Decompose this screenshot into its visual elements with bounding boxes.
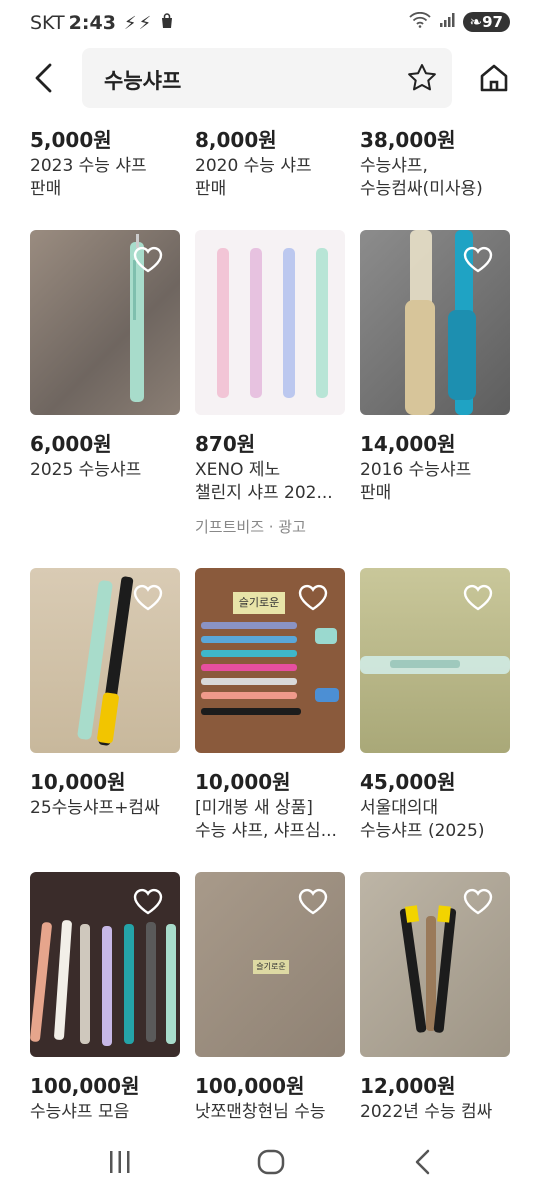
heart-icon[interactable] (132, 244, 164, 278)
title-line-2: 수능컴싸(미사용) (360, 179, 483, 199)
item-title[interactable]: [미개봉 새 상품] 수능 샤프, 샤프심... (195, 797, 350, 843)
chevron-left-icon (35, 63, 52, 93)
pencil-graphic (217, 248, 328, 398)
ad-label: 기프트비즈 · 광고 (195, 518, 306, 536)
heart-icon[interactable] (132, 582, 164, 616)
heart-icon[interactable] (462, 244, 494, 278)
title-line-2: 수능 샤프, 샤프심... (195, 821, 337, 841)
title-line-1: 2020 수능 샤프 (195, 156, 312, 176)
item-title[interactable]: 2025 수능샤프 (30, 459, 185, 482)
title-line-1: 2023 수능 샤프 (30, 156, 147, 176)
title-line-1: 2016 수능샤프 (360, 460, 472, 480)
heart-icon[interactable] (297, 886, 329, 920)
title-line-1: 서울대의대 (360, 798, 439, 818)
wifi-icon (408, 11, 431, 32)
product-image[interactable]: 슬기로운 (195, 872, 345, 1057)
title-line-2: 판매 (195, 179, 227, 199)
heart-icon[interactable] (462, 886, 494, 920)
price: 10,000원 (195, 770, 291, 794)
paper-note: 슬기로운 (253, 960, 289, 974)
price: 38,000원 (360, 128, 456, 152)
item-title[interactable]: 수능샤프, 수능컴싸(미사용) (360, 155, 530, 201)
search-query: 수능샤프 (104, 69, 182, 93)
item-title[interactable]: 2022년 수능 컴싸 (360, 1101, 530, 1124)
recent-apps-icon[interactable] (106, 1148, 134, 1180)
home-icon[interactable] (478, 62, 510, 98)
price: 14,000원 (360, 432, 456, 456)
battery-indicator: ❧97 (462, 12, 510, 32)
price: 10,000원 (30, 770, 126, 794)
title-line-1: 수능샤프, (360, 156, 428, 176)
flash-icon: ⚡ (123, 12, 137, 34)
item-title[interactable]: 서울대의대수능샤프 (2025) (360, 797, 515, 843)
paper-note-text: 슬기로운 (256, 962, 286, 971)
title-line-1: 25수능샤프+컴싸 (30, 798, 160, 818)
flash-icon-2: ⚡ (138, 12, 152, 34)
status-bar: SKT 2:43 ⚡ ⚡ ❧97 (0, 0, 540, 46)
item-title[interactable]: 2016 수능샤프판매 (360, 459, 515, 505)
product-image[interactable] (360, 230, 510, 415)
system-nav-bar (0, 1130, 540, 1200)
heart-icon[interactable] (297, 582, 329, 616)
price: 5,000원 (30, 128, 112, 152)
item-title[interactable]: 수능샤프 모음 (30, 1101, 185, 1124)
signal-icon (439, 12, 455, 32)
product-image[interactable] (30, 568, 180, 753)
price: 870원 (195, 432, 256, 456)
clock: 2:43 (68, 12, 116, 34)
product-image[interactable] (195, 230, 345, 415)
product-image[interactable] (360, 568, 510, 753)
item-title[interactable]: 25수능샤프+컴싸 (30, 797, 185, 820)
battery-level: 97 (482, 13, 503, 31)
price: 8,000원 (195, 128, 277, 152)
search-input[interactable]: 수능샤프 (82, 48, 452, 108)
product-image[interactable] (30, 872, 180, 1057)
title-line-1: 2025 수능샤프 (30, 460, 142, 480)
item-title[interactable]: 낫쪼맨창현님 수능 (195, 1101, 360, 1124)
price: 45,000원 (360, 770, 456, 794)
back-nav-icon[interactable] (410, 1148, 436, 1180)
top-bar: 수능샤프 (0, 46, 540, 110)
product-image[interactable]: 슬기로운 (195, 568, 345, 753)
star-icon[interactable] (406, 62, 438, 98)
item-title[interactable]: 2020 수능 샤프판매 (195, 155, 350, 201)
back-button[interactable] (32, 58, 62, 98)
title-line-1: 2022년 수능 컴싸 (360, 1102, 493, 1122)
shopping-bag-icon (159, 12, 175, 34)
title-line-2: 판매 (360, 483, 392, 503)
product-image[interactable] (360, 872, 510, 1057)
item-title[interactable]: XENO 제노챌린지 샤프 202... (195, 459, 350, 505)
title-line-2: 챌린지 샤프 202... (195, 483, 333, 503)
price: 100,000원 (30, 1074, 140, 1098)
price: 100,000원 (195, 1074, 305, 1098)
price: 6,000원 (30, 432, 112, 456)
heart-icon[interactable] (462, 582, 494, 616)
price: 12,000원 (360, 1074, 456, 1098)
heart-icon[interactable] (132, 886, 164, 920)
title-line-2: 수능샤프 (2025) (360, 821, 485, 841)
product-image[interactable] (30, 230, 180, 415)
title-line-1: XENO 제노 (195, 460, 281, 480)
item-title[interactable]: 2023 수능 샤프판매 (30, 155, 185, 201)
leaf-icon: ❧ (469, 13, 483, 31)
title-line-1: [미개봉 새 상품] (195, 798, 313, 818)
carrier-label: SKT (30, 12, 65, 34)
title-line-1: 수능샤프 모음 (30, 1102, 130, 1122)
home-button-icon[interactable] (256, 1148, 286, 1180)
title-line-1: 낫쪼맨창현님 수능 (195, 1102, 326, 1122)
title-line-2: 판매 (30, 179, 62, 199)
